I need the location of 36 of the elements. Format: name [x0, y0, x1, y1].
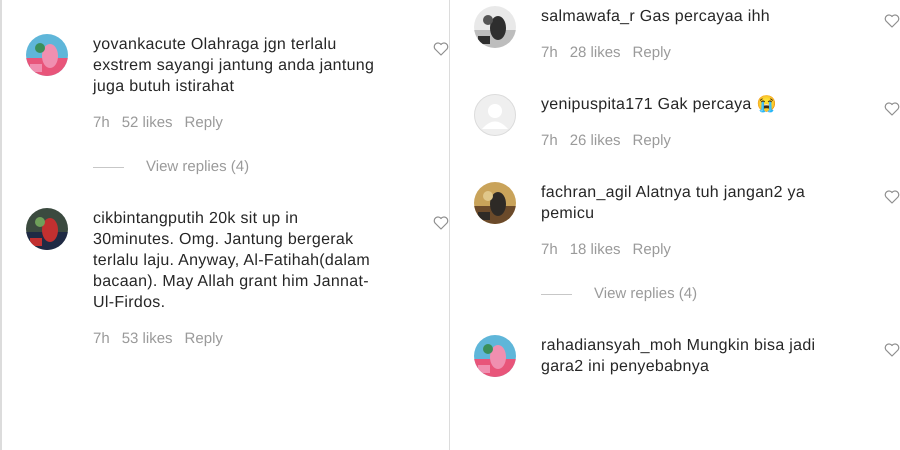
like-count[interactable]: 28 likes — [570, 44, 621, 62]
heart-icon[interactable] — [433, 216, 449, 230]
comment-time: 7h — [93, 114, 110, 132]
username-link[interactable]: yenipuspita171 — [541, 96, 653, 113]
comment-text: rahadiansyah_moh Mungkin bisa jadi gara2 ini penyebabnya — [541, 336, 816, 377]
reply-button[interactable]: Reply — [632, 44, 671, 62]
reply-button[interactable]: Reply — [184, 114, 223, 132]
view-replies-button[interactable]: View replies (4) — [146, 158, 250, 176]
username-link[interactable]: rahadiansyah_moh — [541, 337, 682, 354]
comment-text: yovankacute Olahraga jgn terlalu exstrem sayangi jantung anda jantung juga butuh istirahat — [93, 35, 376, 97]
username-link[interactable]: cikbintangputih — [93, 210, 204, 227]
like-count[interactable]: 53 likes — [122, 330, 173, 348]
reply-button[interactable]: Reply — [632, 132, 671, 150]
comment-text: cikbintangputih 20k sit up in 30minutes. Omg. Jantung bergerak terlalu laju. Anyway, Al-Fatihah(dalam bacaan). May Allah grant him Jannat-Ul-Firdos. — [93, 209, 372, 313]
username-link[interactable]: salmawafa_r — [541, 8, 636, 25]
like-count[interactable]: 18 likes — [570, 241, 621, 259]
like-count[interactable]: 26 likes — [570, 132, 621, 150]
heart-icon[interactable] — [884, 343, 900, 357]
heart-icon[interactable] — [884, 190, 900, 204]
username-link[interactable]: yovankacute — [93, 36, 186, 53]
heart-icon[interactable] — [884, 102, 900, 116]
avatar-icon — [474, 94, 516, 136]
heart-icon[interactable] — [433, 42, 449, 56]
heart-icon[interactable] — [884, 14, 900, 28]
like-count[interactable]: 52 likes — [122, 114, 173, 132]
username-link[interactable]: fachran_agil — [541, 184, 632, 201]
comment-time: 7h — [541, 241, 558, 259]
comment-time: 7h — [93, 330, 110, 348]
view-replies-button[interactable]: View replies (4) — [594, 285, 698, 303]
reply-button[interactable]: Reply — [184, 330, 223, 348]
comment-time: 7h — [541, 132, 558, 150]
reply-button[interactable]: Reply — [632, 241, 671, 259]
comment-text: yenipuspita171 Gak percaya 😭 — [541, 94, 778, 115]
comment-text: fachran_agil Alatnya tuh jangan2 ya pemicu — [541, 183, 806, 224]
comment-text: salmawafa_r Gas percayaa ihh — [541, 7, 771, 27]
comment-time: 7h — [541, 44, 558, 62]
